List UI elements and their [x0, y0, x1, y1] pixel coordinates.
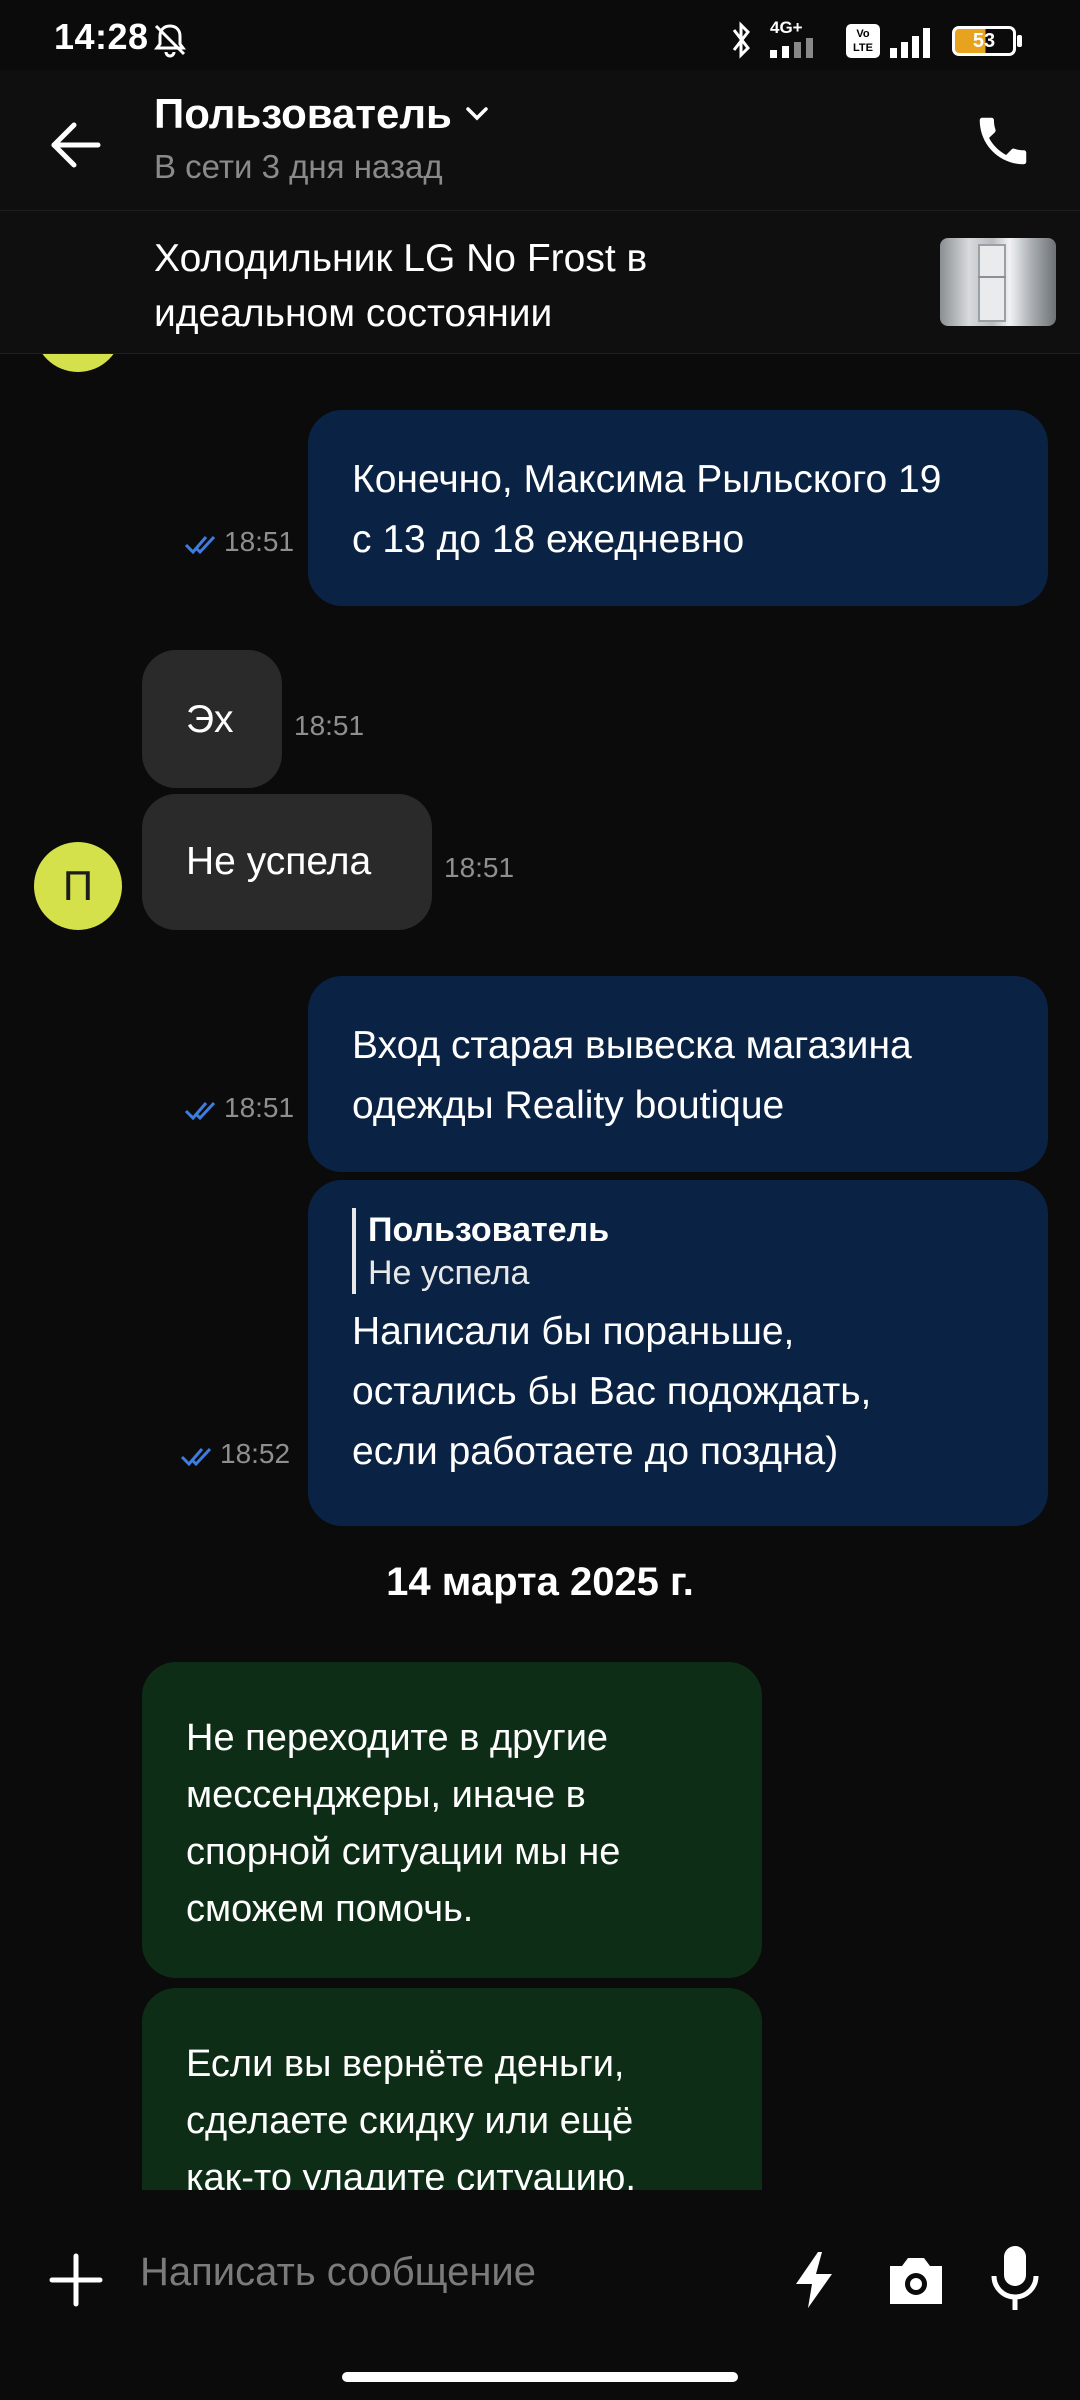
- battery-level: 53: [972, 30, 996, 52]
- battery-icon: 53: [952, 26, 1016, 56]
- bell-muted-icon: [154, 24, 186, 58]
- message-text: Не успела: [186, 840, 372, 883]
- double-check-icon: [180, 1447, 212, 1466]
- online-status: В сети 3 дня назад: [154, 148, 443, 185]
- listing-title: Холодильник LG No Frost в идеальном сост…: [154, 237, 648, 335]
- message-input[interactable]: [140, 2242, 740, 2302]
- message-line: Вход старая вывеска магазина: [352, 1024, 912, 1067]
- message-time: 18:51: [444, 852, 515, 883]
- message-bubble-outgoing-reply[interactable]: Пользователь Не успела Написали бы поран…: [308, 1180, 1048, 1526]
- camera-icon[interactable]: [884, 2250, 948, 2310]
- signal-icon-1: [770, 38, 813, 58]
- listing-thumbnail[interactable]: [940, 238, 1056, 326]
- system-notice-bubble: Если вы вернёте деньги, сделаете скидку …: [142, 1988, 762, 2190]
- message-text: Эх: [186, 698, 234, 741]
- notice-line: Не переходите в другие: [186, 1717, 609, 1759]
- message-time: 18:51: [294, 710, 365, 741]
- message-list[interactable]: 18:51 Конечно, Максима Рыльского 19 с 13…: [0, 354, 1080, 2190]
- quote-author: Пользователь: [368, 1211, 610, 1249]
- reply-quote[interactable]: Пользователь Не успела: [352, 1208, 1004, 1294]
- avatar[interactable]: П: [34, 842, 122, 930]
- notice-line: Если вы вернёте деньги,: [186, 2043, 625, 2085]
- notice-line: сделаете скидку или ещё: [186, 2100, 634, 2142]
- chevron-down-icon: [466, 107, 488, 121]
- contact-name-dropdown[interactable]: Пользователь: [154, 90, 490, 138]
- message-bubble-outgoing[interactable]: Вход старая вывеска магазина одежды Real…: [308, 976, 1048, 1172]
- notice-line: спорной ситуации мы не: [186, 1831, 621, 1873]
- status-bar: 14:28 4G+ Vo LTE 53: [0, 0, 1080, 70]
- date-separator: 14 марта 2025 г.: [386, 1560, 694, 1604]
- phone-icon[interactable]: [972, 110, 1034, 172]
- listing-banner[interactable]: Холодильник LG No Frost в идеальном сост…: [0, 211, 1080, 354]
- chat-header: Пользователь В сети 3 дня назад: [0, 70, 1080, 211]
- plus-icon[interactable]: [48, 2252, 104, 2308]
- message-time: 18:51: [184, 526, 294, 558]
- notice-line: сможем помочь.: [186, 1888, 474, 1930]
- back-arrow-icon[interactable]: [46, 115, 106, 175]
- message-line: одежды Reality boutique: [352, 1084, 785, 1127]
- message-time: 18:51: [184, 1092, 294, 1124]
- composer-bar: [0, 2190, 1080, 2350]
- double-check-icon: [184, 535, 216, 554]
- message-bubble-incoming[interactable]: Эх: [142, 650, 282, 788]
- notice-line: мессенджеры, иначе в: [186, 1774, 586, 1816]
- system-notice-bubble: Не переходите в другие мессенджеры, инач…: [142, 1662, 762, 1978]
- message-line: с 13 до 18 ежедневно: [352, 518, 745, 561]
- status-time: 14:28: [54, 16, 149, 57]
- contact-name: Пользователь: [154, 90, 452, 137]
- microphone-icon[interactable]: [988, 2244, 1042, 2312]
- battery-tip: [1017, 35, 1022, 47]
- double-check-icon: [184, 1101, 216, 1120]
- message-line: Конечно, Максима Рыльского 19: [352, 458, 942, 501]
- volte-icon: Vo LTE: [846, 24, 880, 58]
- message-line: если работаете до поздна): [352, 1430, 839, 1473]
- home-indicator[interactable]: [342, 2372, 738, 2382]
- quote-text: Не успела: [368, 1254, 530, 1292]
- bluetooth-icon: [732, 21, 750, 59]
- network-type: 4G+: [770, 18, 803, 37]
- message-time: 18:52: [180, 1438, 290, 1470]
- lightning-icon[interactable]: [786, 2250, 842, 2310]
- message-bubble-outgoing[interactable]: Конечно, Максима Рыльского 19 с 13 до 18…: [308, 410, 1048, 606]
- notice-line: как-то уладите ситуацию,: [186, 2157, 636, 2190]
- avatar-partial: [34, 354, 122, 372]
- signal-icon-2: [890, 28, 930, 58]
- message-line: Написали бы пораньше,: [352, 1310, 795, 1353]
- message-bubble-incoming[interactable]: Не успела: [142, 794, 432, 930]
- message-line: остались бы Вас подождать,: [352, 1370, 872, 1413]
